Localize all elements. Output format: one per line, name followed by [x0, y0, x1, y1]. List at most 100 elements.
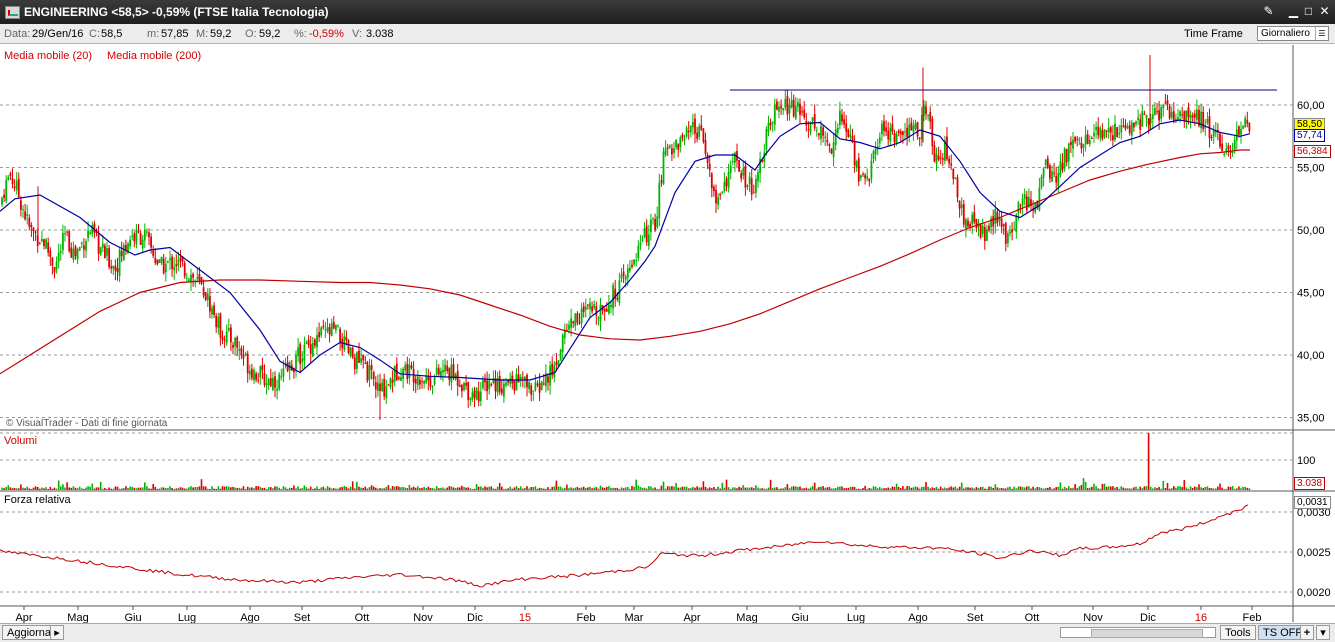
- ma200-legend[interactable]: Media mobile (200): [107, 50, 201, 62]
- ma20-value-box: 57,74: [1294, 129, 1326, 142]
- candle-body: [484, 379, 486, 383]
- volume-bar: [818, 487, 820, 490]
- candle-body: [353, 357, 356, 369]
- volume-bar: [792, 486, 795, 490]
- volume-bar: [797, 486, 799, 490]
- candle-body: [1179, 111, 1181, 117]
- candle-body: [171, 256, 173, 269]
- candle-body: [532, 390, 535, 392]
- chevron-right-icon[interactable]: ▸: [50, 625, 64, 640]
- tools-button[interactable]: Tools: [1220, 625, 1256, 640]
- candle-body: [70, 247, 73, 258]
- candle-body: [807, 129, 810, 131]
- candle-body: [26, 214, 29, 216]
- candle-body: [400, 377, 402, 381]
- volume-bar: [1080, 485, 1083, 490]
- volume-bar: [286, 488, 289, 490]
- candle-body: [794, 105, 797, 119]
- candle-body: [62, 233, 64, 251]
- candle-body: [234, 337, 236, 347]
- candle-body: [30, 224, 33, 228]
- candle-body: [973, 212, 976, 223]
- y-axis: 60,0055,0050,0045,0040,0035,001000,00300…: [1297, 100, 1331, 599]
- volume-bar: [624, 487, 627, 490]
- candle-body: [442, 369, 444, 373]
- candle-body: [908, 124, 911, 137]
- candle-body: [175, 264, 178, 267]
- volume-bar: [528, 488, 530, 490]
- volume-bar: [1000, 488, 1003, 490]
- volume-bar: [68, 487, 70, 490]
- chart-canvas[interactable]: Apr Mag Giu Lug Ago Set Ott Nov Dic 15 Feb Mar Apr Ma…: [0, 0, 1335, 642]
- refresh-button[interactable]: Aggiorna: [2, 625, 57, 640]
- volume-bar: [618, 488, 621, 490]
- volumes-legend[interactable]: Volumi: [4, 435, 37, 447]
- volume-bar: [942, 488, 944, 490]
- candle-body: [608, 304, 610, 314]
- volume-bar: [879, 487, 881, 490]
- candle-body: [1181, 114, 1184, 116]
- candle-body: [1200, 111, 1202, 128]
- candle-body: [1055, 175, 1058, 183]
- volume-bar: [895, 483, 898, 490]
- candle-body: [505, 382, 507, 386]
- volume-bar: [333, 488, 335, 490]
- volume-bar: [805, 487, 808, 490]
- volume-bar: [1030, 488, 1032, 490]
- volume-bar: [288, 487, 291, 490]
- candle-body: [150, 236, 152, 248]
- candle-body: [458, 385, 461, 387]
- candle-body: [408, 364, 411, 378]
- candle-body: [897, 130, 900, 133]
- price-tick-label: 60,00: [1297, 100, 1325, 112]
- volume-bar: [5, 486, 7, 490]
- add-button[interactable]: +: [1300, 625, 1314, 640]
- volume-bar: [809, 487, 812, 490]
- candle-body: [1147, 118, 1150, 125]
- candle-body: [1151, 114, 1154, 119]
- volume-bar: [1091, 486, 1093, 490]
- volume-bar: [1009, 486, 1011, 490]
- volume-bar: [251, 487, 253, 490]
- ma20-legend[interactable]: Media mobile (20): [4, 50, 92, 62]
- candle-body: [383, 378, 386, 397]
- candle-body: [1196, 109, 1198, 120]
- candle-body: [295, 355, 297, 370]
- candle-body: [414, 378, 417, 384]
- chevron-down-icon[interactable]: ▾: [1316, 625, 1330, 640]
- volume-bar: [1076, 488, 1078, 490]
- volume-bar: [20, 484, 22, 490]
- volume-bar: [253, 488, 255, 490]
- volume-bar: [858, 488, 860, 490]
- candle-body: [1206, 119, 1209, 124]
- volume-bar: [784, 487, 787, 490]
- candle-body: [372, 371, 375, 380]
- relative-strength-legend[interactable]: Forza relativa: [4, 494, 71, 506]
- volume-bar: [847, 487, 850, 490]
- volume-bar: [816, 488, 818, 490]
- scrollbar-thumb[interactable]: [1091, 629, 1203, 638]
- volume-bar: [1005, 488, 1007, 490]
- volume-bar: [1223, 488, 1225, 490]
- volume-bar: [641, 487, 644, 490]
- candle-body: [616, 298, 619, 300]
- volume-bar: [782, 488, 784, 490]
- candle-body: [899, 131, 902, 135]
- candle-body: [242, 354, 245, 359]
- volume-bar: [692, 486, 694, 490]
- candle-body: [345, 337, 348, 341]
- candle-body: [473, 390, 476, 398]
- volume-bar: [217, 486, 220, 490]
- candle-body: [192, 273, 194, 278]
- volume-bar: [1044, 487, 1047, 490]
- volume-bar: [1181, 487, 1183, 490]
- candle-body: [860, 175, 862, 179]
- candle-body: [1185, 110, 1188, 122]
- price-tick-label: 40,00: [1297, 350, 1325, 362]
- candle-body: [99, 247, 102, 255]
- candle-body: [788, 105, 791, 114]
- volume-bar: [1122, 487, 1125, 490]
- time-scrollbar[interactable]: [1060, 627, 1216, 638]
- volume-bar: [135, 488, 138, 490]
- volume-bar: [538, 487, 541, 490]
